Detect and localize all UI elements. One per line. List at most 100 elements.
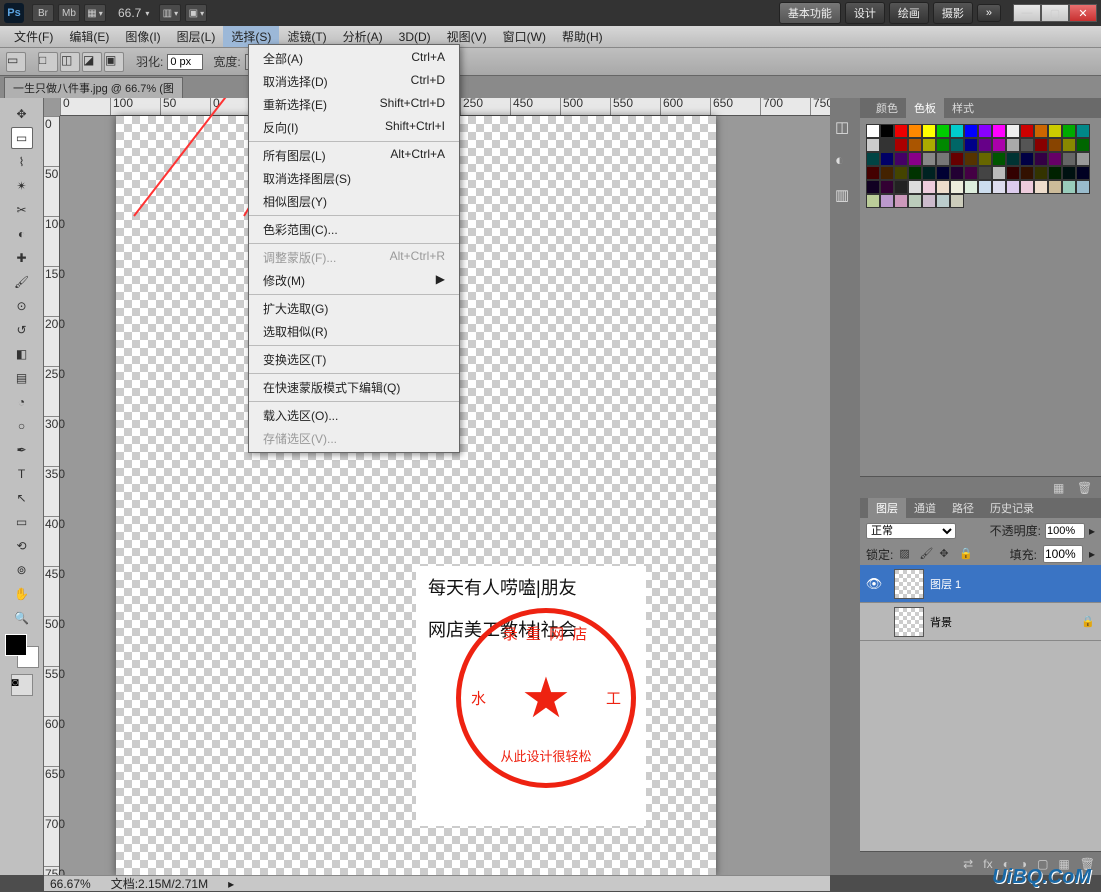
- swatch[interactable]: [992, 124, 1006, 138]
- swatch[interactable]: [1076, 124, 1090, 138]
- swatch[interactable]: [1006, 166, 1020, 180]
- menu-item[interactable]: 所有图层(L)Alt+Ctrl+A: [249, 144, 459, 167]
- swatch[interactable]: [978, 152, 992, 166]
- swatch[interactable]: [950, 180, 964, 194]
- type-tool[interactable]: T: [11, 463, 33, 485]
- swatch[interactable]: [1006, 180, 1020, 194]
- close-button[interactable]: ✕: [1069, 4, 1097, 22]
- swatch[interactable]: [908, 138, 922, 152]
- sel-intersect-icon[interactable]: ▣: [104, 52, 124, 72]
- tab-layers[interactable]: 图层: [868, 498, 906, 518]
- swatch[interactable]: [964, 124, 978, 138]
- menu-item[interactable]: 选取相似(R): [249, 320, 459, 343]
- fill-input[interactable]: [1043, 545, 1083, 563]
- workspace-painting[interactable]: 绘画: [889, 2, 929, 24]
- menu-edit[interactable]: 编辑(E): [61, 26, 117, 47]
- swatch[interactable]: [880, 138, 894, 152]
- swatch[interactable]: [992, 138, 1006, 152]
- screenmode-button[interactable]: ▣▾: [185, 4, 207, 22]
- view-extras-button[interactable]: ▦▾: [84, 4, 106, 22]
- menu-item[interactable]: 反向(I)Shift+Ctrl+I: [249, 116, 459, 139]
- delete-swatch-icon[interactable]: 🗑: [1077, 481, 1095, 495]
- menu-item[interactable]: 在快速蒙版模式下编辑(Q): [249, 376, 459, 399]
- feather-input[interactable]: [167, 54, 203, 70]
- swatch[interactable]: [950, 194, 964, 208]
- lock-all-icon[interactable]: 🔒: [959, 547, 973, 561]
- menu-item[interactable]: 扩大选取(G): [249, 297, 459, 320]
- swatch[interactable]: [1006, 124, 1020, 138]
- brush-tool[interactable]: 🖌: [11, 271, 33, 293]
- swatch[interactable]: [1020, 166, 1034, 180]
- swatch[interactable]: [1048, 166, 1062, 180]
- swatch[interactable]: [936, 152, 950, 166]
- minibridge-button[interactable]: Mb: [58, 4, 80, 22]
- eyedropper-tool[interactable]: ◐: [11, 223, 33, 245]
- tab-color[interactable]: 颜色: [868, 98, 906, 118]
- swatch[interactable]: [1034, 166, 1048, 180]
- opacity-input[interactable]: [1045, 523, 1085, 539]
- 3d-tool[interactable]: ⟲: [11, 535, 33, 557]
- swatch[interactable]: [1076, 152, 1090, 166]
- swatch[interactable]: [1006, 152, 1020, 166]
- swatch[interactable]: [950, 166, 964, 180]
- layer-thumb[interactable]: [894, 569, 924, 599]
- swatch[interactable]: [964, 152, 978, 166]
- swatch[interactable]: [1048, 138, 1062, 152]
- swatch[interactable]: [894, 166, 908, 180]
- quickmask-button[interactable]: ◙: [11, 674, 33, 696]
- tab-swatches[interactable]: 色板: [906, 98, 944, 118]
- dodge-tool[interactable]: ○: [11, 415, 33, 437]
- menu-window[interactable]: 窗口(W): [495, 26, 554, 47]
- layer-row[interactable]: 👁图层 1: [860, 565, 1101, 603]
- adjustments-panel-icon[interactable]: ◐: [835, 152, 855, 172]
- new-swatch-icon[interactable]: ▦: [1053, 481, 1071, 495]
- swatch[interactable]: [894, 138, 908, 152]
- menu-item[interactable]: 取消选择(D)Ctrl+D: [249, 70, 459, 93]
- menu-item[interactable]: 变换选区(T): [249, 348, 459, 371]
- swatch[interactable]: [1076, 166, 1090, 180]
- visibility-icon[interactable]: 👁: [860, 576, 888, 592]
- eraser-tool[interactable]: ◧: [11, 343, 33, 365]
- swatch[interactable]: [1076, 180, 1090, 194]
- swatch[interactable]: [936, 138, 950, 152]
- swatch[interactable]: [1034, 180, 1048, 194]
- marquee-tool-icon[interactable]: ▭: [6, 52, 26, 72]
- swatch[interactable]: [950, 124, 964, 138]
- menu-item[interactable]: 载入选区(O)...: [249, 404, 459, 427]
- swatch[interactable]: [894, 124, 908, 138]
- swatch[interactable]: [1034, 138, 1048, 152]
- swatch[interactable]: [978, 138, 992, 152]
- swatch[interactable]: [880, 152, 894, 166]
- sel-add-icon[interactable]: ◫: [60, 52, 80, 72]
- swatch[interactable]: [964, 138, 978, 152]
- swatch[interactable]: [1034, 124, 1048, 138]
- workspace-design[interactable]: 设计: [845, 2, 885, 24]
- link-layers-icon[interactable]: ⇄: [963, 857, 973, 871]
- swatch[interactable]: [978, 124, 992, 138]
- swatch[interactable]: [1062, 180, 1076, 194]
- swatch[interactable]: [1062, 138, 1076, 152]
- swatch[interactable]: [880, 166, 894, 180]
- menu-item[interactable]: 相似图层(Y): [249, 190, 459, 213]
- pen-tool[interactable]: ✒: [11, 439, 33, 461]
- swatch[interactable]: [922, 166, 936, 180]
- swatch[interactable]: [866, 194, 880, 208]
- swatch[interactable]: [908, 180, 922, 194]
- menu-layer[interactable]: 图层(L): [169, 26, 224, 47]
- swatch[interactable]: [922, 194, 936, 208]
- bridge-button[interactable]: Br: [32, 4, 54, 22]
- swatch[interactable]: [992, 166, 1006, 180]
- swatch[interactable]: [950, 152, 964, 166]
- swatch[interactable]: [866, 166, 880, 180]
- swatch[interactable]: [1020, 124, 1034, 138]
- swatch[interactable]: [978, 180, 992, 194]
- swatch[interactable]: [992, 180, 1006, 194]
- swatch[interactable]: [1076, 138, 1090, 152]
- layer-thumb[interactable]: [894, 607, 924, 637]
- swatch[interactable]: [908, 166, 922, 180]
- maximize-button[interactable]: ▢: [1041, 4, 1069, 22]
- workspace-more[interactable]: »: [977, 4, 1001, 22]
- swatch[interactable]: [866, 124, 880, 138]
- history-brush-tool[interactable]: ↺: [11, 319, 33, 341]
- swatch[interactable]: [866, 180, 880, 194]
